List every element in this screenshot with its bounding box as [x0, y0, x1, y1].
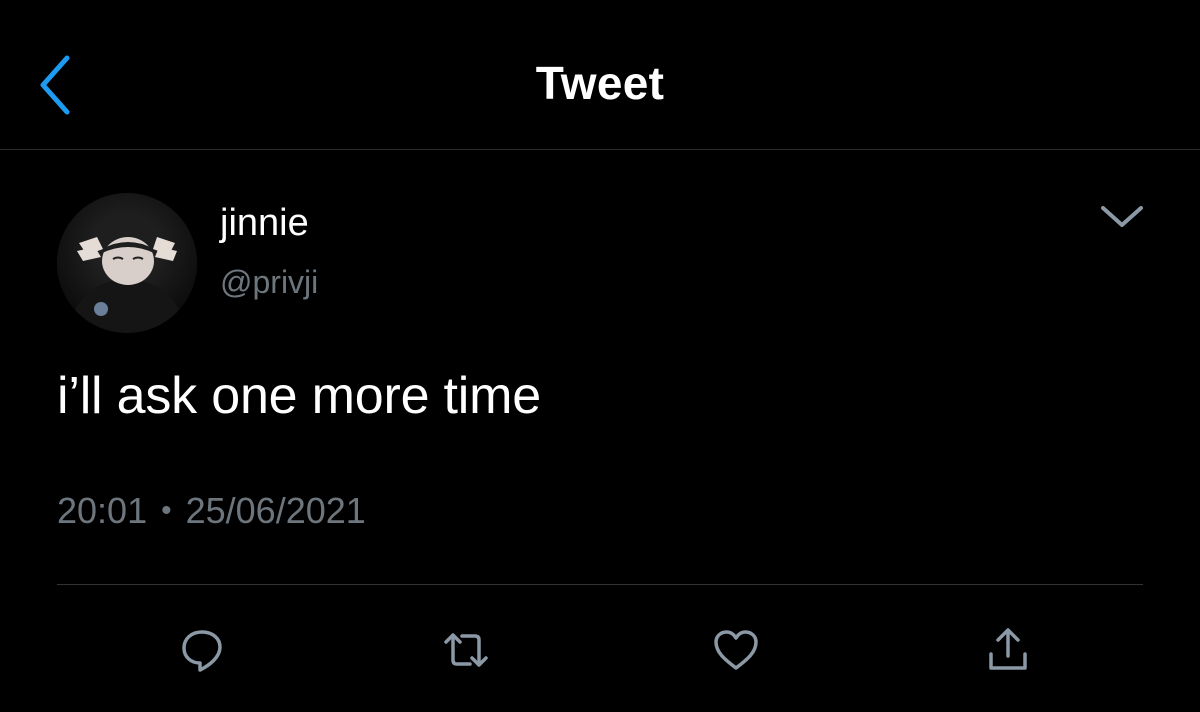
reply-icon [182, 630, 222, 672]
author-display-name[interactable]: jinnie [220, 202, 309, 245]
meta-separator: • [161, 494, 172, 527]
header-bar: Tweet [0, 0, 1200, 150]
tweet-date: 25/06/2021 [185, 490, 366, 531]
tweet-text: i’ll ask one more time [57, 367, 541, 425]
retweet-button[interactable] [438, 622, 494, 678]
tweet-timestamp[interactable]: 20:01 • 25/06/2021 [57, 490, 366, 532]
avatar[interactable] [57, 193, 197, 333]
divider [57, 584, 1143, 585]
reply-button[interactable] [174, 622, 230, 678]
author-handle[interactable]: @privji [220, 264, 318, 301]
avatar-photo [57, 193, 197, 333]
share-icon [989, 628, 1027, 670]
share-button[interactable] [980, 622, 1036, 678]
more-options-button[interactable] [1094, 196, 1150, 236]
chevron-down-icon [1101, 206, 1143, 227]
page-title: Tweet [535, 57, 665, 109]
tweet-detail-screen: Tweet jinnie @privji i’ll ask one more t… [0, 0, 1200, 712]
tweet-time: 20:01 [57, 490, 148, 531]
retweet-icon [444, 633, 488, 667]
heart-icon [714, 630, 758, 670]
like-button[interactable] [708, 622, 764, 678]
